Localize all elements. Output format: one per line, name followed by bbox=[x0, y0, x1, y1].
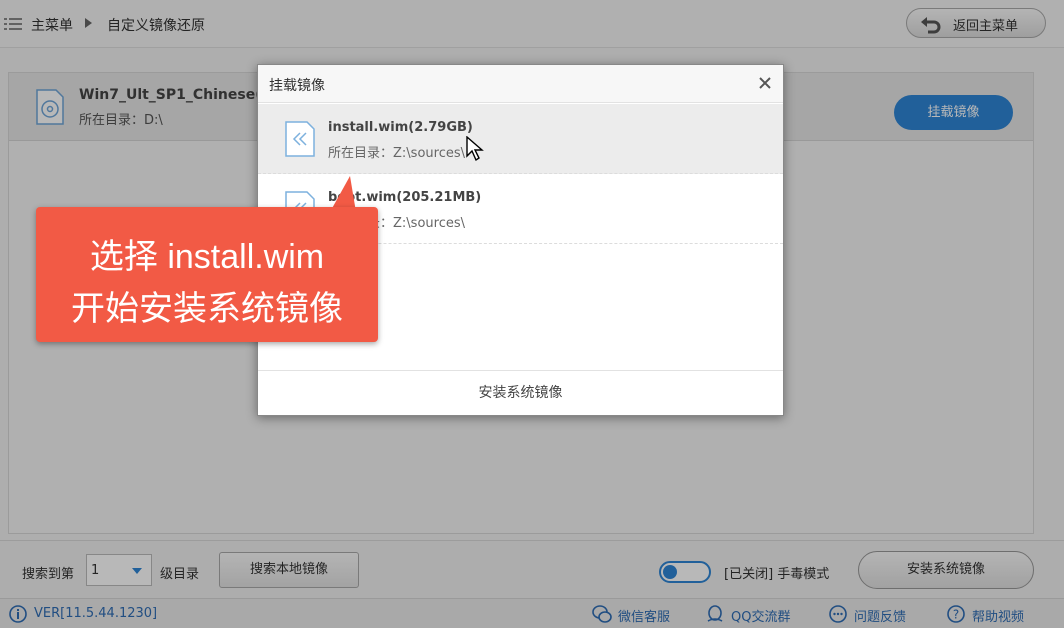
wim-item-name: install.wim(2.79GB) bbox=[328, 120, 473, 135]
wim-item-dir: 所在目录：Z:\sources\ bbox=[328, 146, 465, 161]
dialog-header: 挂载镜像 bbox=[258, 65, 783, 103]
wim-file-icon bbox=[285, 121, 315, 157]
dialog-title: 挂载镜像 bbox=[269, 78, 325, 94]
dialog-install-button[interactable]: 安装系统镜像 bbox=[258, 370, 783, 415]
callout-line-1: 选择 install.wim bbox=[89, 238, 325, 276]
callout-line-2: 开始安装系统镜像 bbox=[71, 290, 343, 328]
wim-item-install[interactable]: install.wim(2.79GB) 所在目录：Z:\sources\ bbox=[258, 104, 783, 174]
tutorial-callout: 选择 install.wim 开始安装系统镜像 bbox=[36, 207, 378, 342]
mouse-cursor-icon bbox=[466, 136, 484, 162]
close-icon[interactable] bbox=[756, 74, 774, 92]
